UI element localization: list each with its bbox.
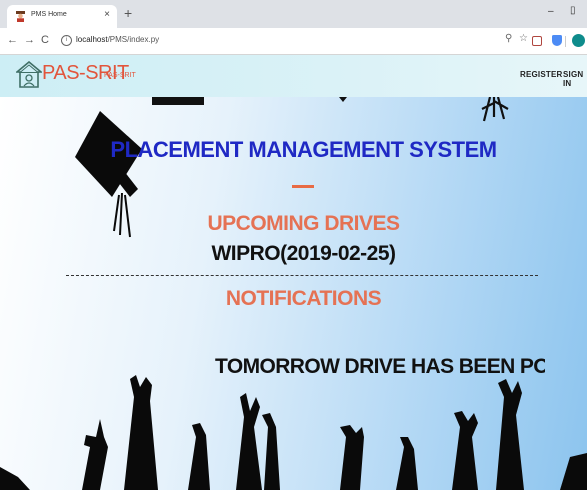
url-host: localhost	[76, 35, 108, 44]
brand-subtext: PAS-SRIT	[104, 72, 136, 79]
minimize-button[interactable]: –	[548, 6, 554, 17]
reload-icon[interactable]: C	[41, 34, 49, 46]
signin-link[interactable]: SIGN IN	[563, 70, 587, 88]
back-arrow-icon[interactable]: ←	[7, 34, 18, 46]
browser-tab-strip: PMS Home × + – ▯	[0, 0, 587, 28]
notification-marquee: TOMORROW DRIVE HAS BEEN POSTPONED	[215, 355, 545, 378]
url-path: /PMS/index.py	[107, 35, 160, 44]
site-info-icon[interactable]: i	[61, 35, 72, 46]
home-logo-icon[interactable]	[16, 61, 42, 89]
extension-icon[interactable]	[532, 36, 542, 46]
toolbar-divider	[565, 36, 566, 47]
zoom-icon[interactable]: ⚲	[505, 33, 512, 45]
site-viewport: PAS-SRIT PAS-SRIT REGISTER SIGN IN PLACE…	[0, 55, 587, 490]
bookmark-star-icon[interactable]: ☆	[519, 33, 528, 45]
restore-button[interactable]: ▯	[570, 5, 576, 16]
notifications-heading: NOTIFICATIONS	[225, 287, 382, 310]
url-field[interactable]: localhost/PMS/index.py	[76, 35, 159, 44]
upcoming-drives-heading: UPCOMING DRIVES	[207, 212, 400, 235]
browser-tab[interactable]: PMS Home ×	[7, 5, 117, 28]
address-bar: ← → C i localhost/PMS/index.py ⚲ ☆	[0, 28, 587, 55]
section-divider	[66, 275, 538, 276]
forward-arrow-icon[interactable]: →	[24, 34, 35, 46]
graduate-favicon-icon	[16, 11, 25, 22]
drive-list-item: WIPRO(2019-02-25)	[211, 242, 396, 265]
new-tab-button[interactable]: +	[124, 5, 132, 21]
page-title: PLACEMENT MANAGEMENT SYSTEM	[110, 137, 497, 162]
register-link[interactable]: REGISTER	[520, 70, 563, 79]
profile-avatar[interactable]	[572, 34, 585, 47]
shield-extension-icon[interactable]	[552, 35, 562, 46]
site-navbar: PAS-SRIT PAS-SRIT REGISTER SIGN IN	[0, 55, 587, 97]
title-underline	[292, 185, 314, 188]
tab-close-icon[interactable]: ×	[104, 9, 110, 21]
tab-title: PMS Home	[31, 11, 67, 18]
hero-section: PLACEMENT MANAGEMENT SYSTEM UPCOMING DRI…	[0, 97, 587, 490]
